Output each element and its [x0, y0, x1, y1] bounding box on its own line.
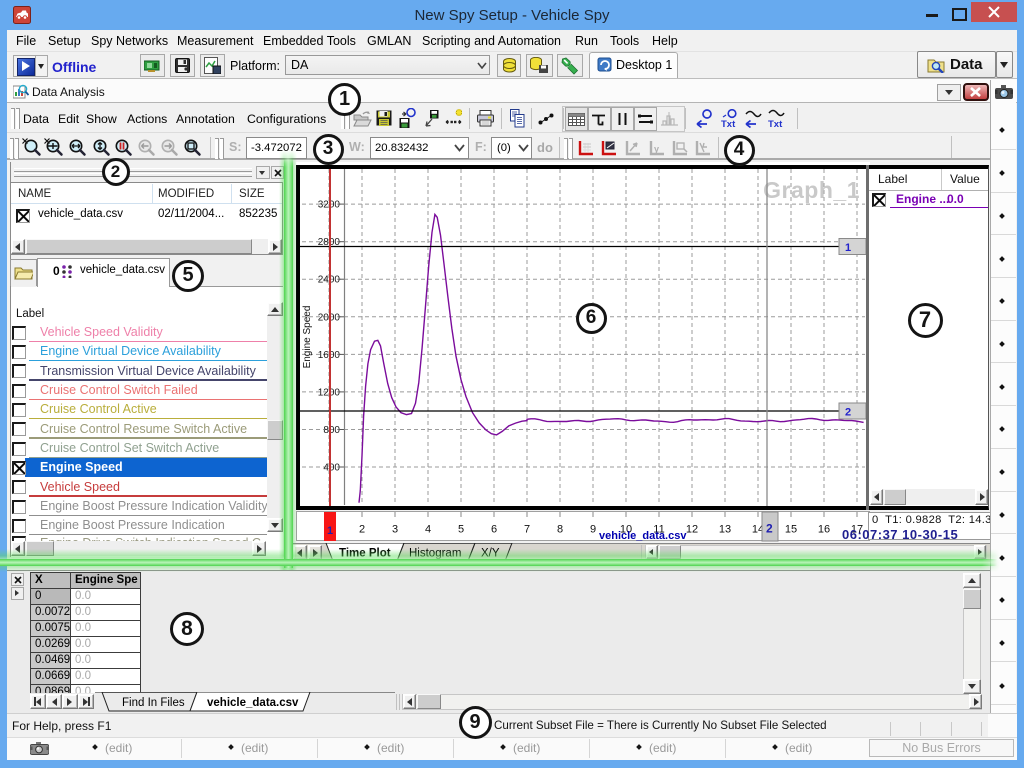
svg-text:12: 12 [686, 524, 698, 536]
svg-text:Engine Speed: Engine Speed [302, 306, 313, 369]
svg-text:4: 4 [425, 524, 431, 536]
svg-text:vehicle_data.csv: vehicle_data.csv [599, 530, 687, 542]
svg-text:2: 2 [766, 522, 773, 536]
svg-text:9: 9 [590, 524, 596, 536]
svg-text:16: 16 [818, 524, 830, 536]
svg-text:3: 3 [392, 524, 398, 536]
svg-text:800: 800 [323, 425, 340, 436]
svg-text:5: 5 [458, 524, 464, 536]
svg-text:1: 1 [845, 242, 851, 254]
svg-text:1: 1 [327, 525, 333, 537]
svg-text:Txt: Txt [721, 119, 736, 129]
svg-text:8: 8 [557, 524, 563, 536]
svg-text:Txt: Txt [768, 119, 783, 129]
svg-text:2: 2 [845, 407, 851, 419]
svg-text:Find In Files: Find In Files [122, 697, 185, 709]
svg-text:13: 13 [719, 524, 731, 536]
svg-text:15: 15 [785, 524, 797, 536]
svg-text:2: 2 [359, 524, 365, 536]
svg-text:vehicle_data.csv: vehicle_data.csv [207, 697, 299, 709]
svg-text:Graph_1: Graph_1 [763, 177, 860, 203]
svg-text:7: 7 [524, 524, 530, 536]
svg-text:y: y [654, 144, 659, 154]
svg-text:6: 6 [491, 524, 497, 536]
svg-text:400: 400 [323, 463, 340, 474]
